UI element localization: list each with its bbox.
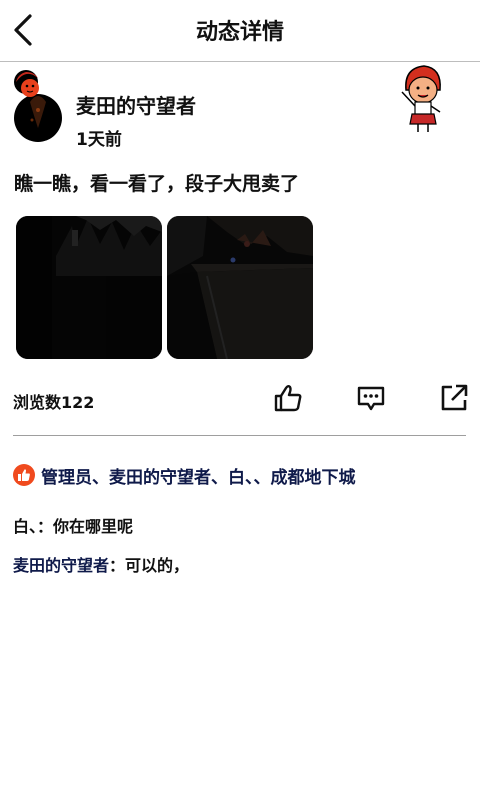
comment-author[interactable]: 麦田的守望者 (13, 556, 109, 575)
sticker-image (398, 62, 446, 134)
comment-dots-icon (357, 386, 385, 411)
post-text: 瞧一瞧，看一看了，段子大甩卖了 (14, 173, 300, 195)
comment-item[interactable]: 白、：你在哪里呢 (13, 513, 133, 537)
comment-button[interactable] (355, 382, 387, 414)
top-bar: 动态详情 (0, 0, 480, 62)
thumbs-up-badge-icon (13, 464, 35, 486)
comment-author[interactable]: 白、 (13, 517, 37, 536)
external-share-icon (441, 384, 468, 411)
view-count: 浏览数122 (13, 393, 95, 412)
comment-separator: ： (109, 556, 126, 575)
comment-content: 可以的， (125, 556, 190, 575)
post-photo[interactable] (16, 216, 162, 359)
page-title: 动态详情 (195, 20, 284, 45)
thumbs-up-icon (274, 385, 302, 412)
share-button[interactable] (438, 382, 470, 414)
divider (13, 435, 466, 436)
comment-content: 你在哪里呢 (53, 517, 134, 536)
likes-row: 管理员、麦田的守望者、白、、成都地下城 (13, 463, 356, 488)
comment-separator: ： (37, 517, 54, 536)
post-username[interactable]: 麦田的守望者 (76, 90, 196, 119)
likers-list[interactable]: 管理员、麦田的守望者、白、、成都地下城 (41, 463, 356, 488)
post-photo[interactable] (167, 216, 313, 359)
comment-item[interactable]: 麦田的守望者：可以的， (13, 552, 189, 576)
post-time: 1天前 (76, 130, 122, 150)
avatar[interactable] (12, 68, 64, 142)
like-button[interactable] (272, 382, 304, 414)
